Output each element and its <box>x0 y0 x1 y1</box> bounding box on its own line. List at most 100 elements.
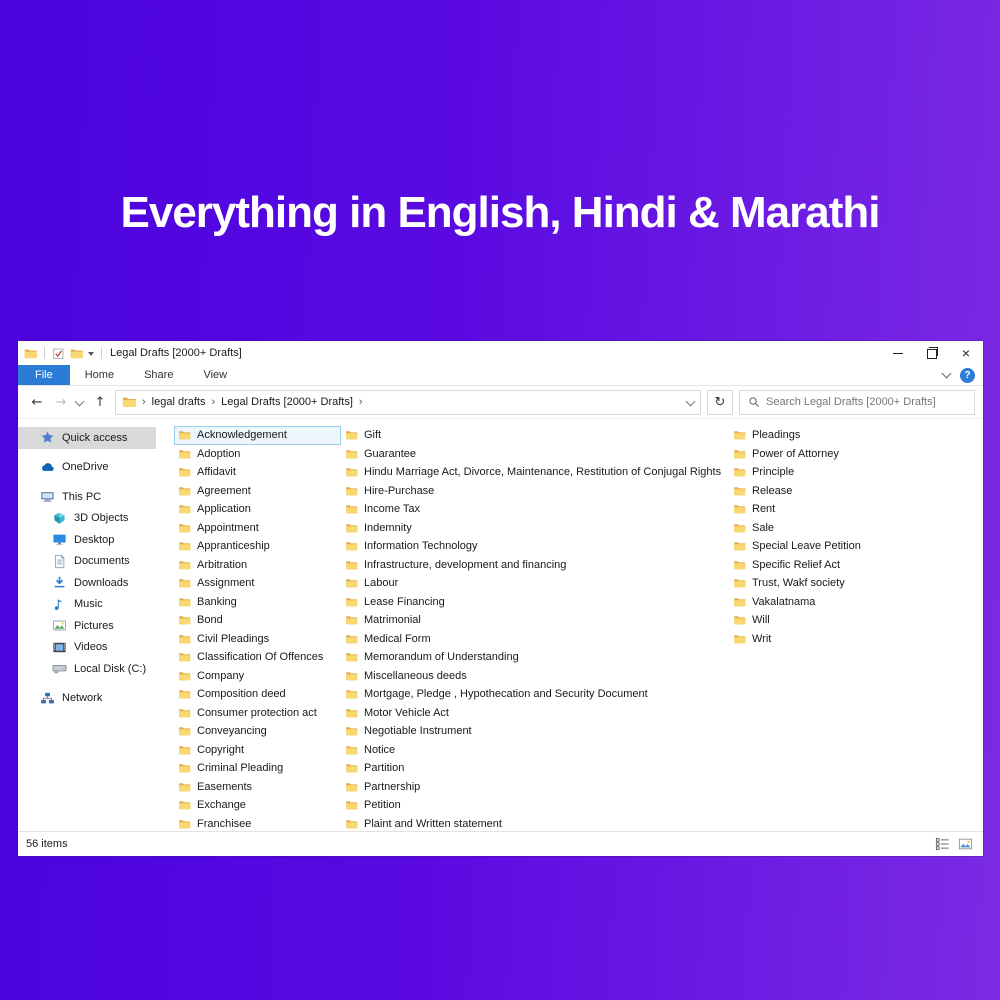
folder-item-lease-financing[interactable]: Lease Financing <box>341 593 729 612</box>
breadcrumb[interactable]: ›legal drafts›Legal Drafts [2000+ Drafts… <box>115 390 701 415</box>
folder-item-copyright[interactable]: Copyright <box>174 741 341 760</box>
sidebar-item-onedrive[interactable]: OneDrive <box>18 457 156 479</box>
folder-item-appointment[interactable]: Appointment <box>174 519 341 538</box>
new-folder-icon[interactable] <box>70 347 83 360</box>
folder-item-infrastructure-development-and-financing[interactable]: Infrastructure, development and financin… <box>341 556 729 575</box>
folder-item-application[interactable]: Application <box>174 500 341 519</box>
folder-item-label: Information Technology <box>364 540 478 552</box>
folder-item-plaint-and-written-statement[interactable]: Plaint and Written statement <box>341 815 729 832</box>
sidebar-item-desktop[interactable]: Desktop <box>18 529 156 551</box>
folder-item-adoption[interactable]: Adoption <box>174 445 341 464</box>
breadcrumb-item-legal-drafts-2000-drafts[interactable]: Legal Drafts [2000+ Drafts] <box>221 396 353 408</box>
folder-item-classification-of-offences[interactable]: Classification Of Offences <box>174 648 341 667</box>
folder-item-sale[interactable]: Sale <box>729 519 959 538</box>
folder-item-indemnity[interactable]: Indemnity <box>341 519 729 538</box>
folder-item-mortgage-pledge-hypothecation-and-security-document[interactable]: Mortgage, Pledge , Hypothecation and Sec… <box>341 685 729 704</box>
sidebar-item-this-pc[interactable]: This PC <box>18 486 156 508</box>
sidebar-item-local-disk-c[interactable]: Local Disk (C:) <box>18 658 156 680</box>
minimize-button[interactable] <box>881 341 915 365</box>
forward-button[interactable]: → <box>52 395 70 410</box>
folder-item-power-of-attorney[interactable]: Power of Attorney <box>729 445 959 464</box>
close-button[interactable]: × <box>949 341 983 365</box>
expand-ribbon-chevron-icon[interactable] <box>942 369 952 379</box>
search-input[interactable]: Search Legal Drafts [2000+ Drafts] <box>739 390 975 415</box>
help-button[interactable]: ? <box>960 368 975 383</box>
folder-item-acknowledgement[interactable]: Acknowledgement <box>174 426 341 445</box>
sidebar-item-downloads[interactable]: Downloads <box>18 572 156 594</box>
properties-check-icon[interactable] <box>52 347 65 360</box>
recent-locations-chevron-icon[interactable] <box>75 396 85 406</box>
folder-item-partnership[interactable]: Partnership <box>341 778 729 797</box>
folder-item-motor-vehicle-act[interactable]: Motor Vehicle Act <box>341 704 729 723</box>
up-button[interactable]: ↑ <box>91 395 109 410</box>
folder-item-hindu-marriage-act-divorce-maintenance-restitution-of-conjugal-rights[interactable]: Hindu Marriage Act, Divorce, Maintenance… <box>341 463 729 482</box>
folder-item-consumer-protection-act[interactable]: Consumer protection act <box>174 704 341 723</box>
folder-item-label: Infrastructure, development and financin… <box>364 559 566 571</box>
tab-share[interactable]: Share <box>129 365 188 385</box>
folder-item-label: Pleadings <box>752 429 800 441</box>
back-button[interactable]: ← <box>28 395 46 410</box>
tab-home[interactable]: Home <box>70 365 129 385</box>
tab-view[interactable]: View <box>188 365 242 385</box>
folder-item-specific-relief-act[interactable]: Specific Relief Act <box>729 556 959 575</box>
folder-item-label: Guarantee <box>364 448 416 460</box>
folder-item-trust-wakf-society[interactable]: Trust, Wakf society <box>729 574 959 593</box>
thumbnail-view-button[interactable] <box>958 837 973 851</box>
qat-customize-caret-icon[interactable] <box>88 352 94 356</box>
folder-item-guarantee[interactable]: Guarantee <box>341 445 729 464</box>
folder-item-bond[interactable]: Bond <box>174 611 341 630</box>
sidebar-item-documents[interactable]: Documents <box>18 551 156 573</box>
folder-icon <box>345 781 358 793</box>
address-dropdown-chevron-icon[interactable] <box>686 396 696 406</box>
folder-item-partition[interactable]: Partition <box>341 759 729 778</box>
folder-item-medical-form[interactable]: Medical Form <box>341 630 729 649</box>
folder-item-label: Acknowledgement <box>197 429 287 441</box>
folder-item-criminal-pleading[interactable]: Criminal Pleading <box>174 759 341 778</box>
details-view-button[interactable] <box>935 837 950 851</box>
folder-item-negotiable-instrument[interactable]: Negotiable Instrument <box>341 722 729 741</box>
folder-item-composition-deed[interactable]: Composition deed <box>174 685 341 704</box>
folder-item-civil-pleadings[interactable]: Civil Pleadings <box>174 630 341 649</box>
folder-item-assignment[interactable]: Assignment <box>174 574 341 593</box>
folder-item-exchange[interactable]: Exchange <box>174 796 341 815</box>
folder-item-notice[interactable]: Notice <box>341 741 729 760</box>
folder-item-principle[interactable]: Principle <box>729 463 959 482</box>
folder-item-memorandum-of-understanding[interactable]: Memorandum of Understanding <box>341 648 729 667</box>
folder-item-conveyancing[interactable]: Conveyancing <box>174 722 341 741</box>
sidebar-item-3d-objects[interactable]: 3D Objects <box>18 508 156 530</box>
folder-item-labour[interactable]: Labour <box>341 574 729 593</box>
folder-item-pleadings[interactable]: Pleadings <box>729 426 959 445</box>
folder-item-affidavit[interactable]: Affidavit <box>174 463 341 482</box>
folder-item-writ[interactable]: Writ <box>729 630 959 649</box>
tab-file[interactable]: File <box>18 365 70 385</box>
folder-icon <box>345 429 358 441</box>
folder-item-gift[interactable]: Gift <box>341 426 729 445</box>
folder-item-release[interactable]: Release <box>729 482 959 501</box>
folder-item-petition[interactable]: Petition <box>341 796 729 815</box>
folder-item-banking[interactable]: Banking <box>174 593 341 612</box>
folder-item-special-leave-petition[interactable]: Special Leave Petition <box>729 537 959 556</box>
refresh-button[interactable]: ↻ <box>707 390 733 415</box>
folder-item-hire-purchase[interactable]: Hire-Purchase <box>341 482 729 501</box>
folder-item-arbitration[interactable]: Arbitration <box>174 556 341 575</box>
restore-button[interactable] <box>915 341 949 365</box>
folder-item-agreement[interactable]: Agreement <box>174 482 341 501</box>
folder-item-income-tax[interactable]: Income Tax <box>341 500 729 519</box>
folder-item-company[interactable]: Company <box>174 667 341 686</box>
folder-item-information-technology[interactable]: Information Technology <box>341 537 729 556</box>
breadcrumb-separator: › <box>140 396 148 408</box>
sidebar-item-pictures[interactable]: Pictures <box>18 615 156 637</box>
folder-item-appranticeship[interactable]: Appranticeship <box>174 537 341 556</box>
folder-item-easements[interactable]: Easements <box>174 778 341 797</box>
sidebar-item-videos[interactable]: Videos <box>18 637 156 659</box>
folder-item-rent[interactable]: Rent <box>729 500 959 519</box>
sidebar-item-quick-access[interactable]: Quick access <box>18 427 156 449</box>
sidebar-item-music[interactable]: Music <box>18 594 156 616</box>
breadcrumb-item-legal-drafts[interactable]: legal drafts <box>152 396 206 408</box>
folder-item-miscellaneous-deeds[interactable]: Miscellaneous deeds <box>341 667 729 686</box>
folder-item-franchisee[interactable]: Franchisee <box>174 815 341 832</box>
folder-item-matrimonial[interactable]: Matrimonial <box>341 611 729 630</box>
folder-item-vakalatnama[interactable]: Vakalatnama <box>729 593 959 612</box>
sidebar-item-network[interactable]: Network <box>18 688 156 710</box>
folder-item-will[interactable]: Will <box>729 611 959 630</box>
